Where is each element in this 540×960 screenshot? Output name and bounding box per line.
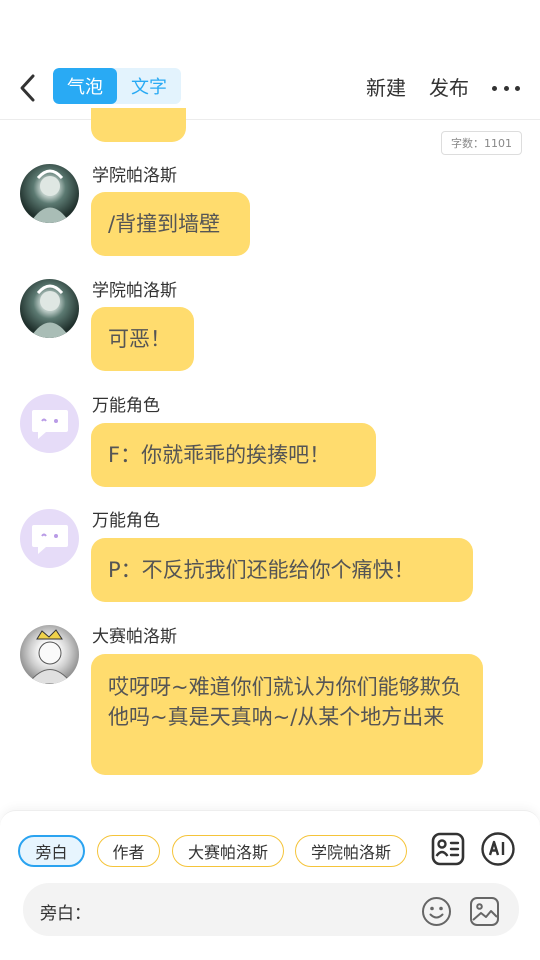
sender-name: 万能角色 <box>92 511 160 531</box>
role-chip-author[interactable]: 作者 <box>97 835 160 867</box>
sender-name: 万能角色 <box>92 396 160 416</box>
chat-bubble-avatar <box>31 524 68 554</box>
message-input[interactable]: 旁白： <box>23 883 519 936</box>
contact-card-icon <box>431 832 465 866</box>
message-text: /背撞到墙壁 <box>108 212 221 236</box>
more-button[interactable] <box>492 70 520 106</box>
back-button[interactable] <box>12 70 42 106</box>
composer-panel: 旁白 作者 大赛帕洛斯 学院帕洛斯 旁白： <box>0 810 540 960</box>
emoji-button[interactable] <box>420 895 452 927</box>
image-icon <box>469 896 499 926</box>
image-button[interactable] <box>468 895 500 927</box>
new-button[interactable]: 新建 <box>366 70 406 106</box>
publish-button[interactable]: 发布 <box>429 70 469 106</box>
tab-text[interactable]: 文字 <box>117 68 181 104</box>
avatar[interactable] <box>20 509 79 568</box>
avatar[interactable] <box>20 625 79 684</box>
more-icon <box>492 85 497 91</box>
message-bubble[interactable]: 哎呀呀~难道你们就认为你们能够欺负他吗~真是天真呐~/从某个地方出来 <box>91 654 483 775</box>
message-bubble[interactable]: P：不反抗我们还能给你个痛快！ <box>91 538 473 602</box>
word-count-badge: 字数：1101 <box>441 131 522 155</box>
emoji-icon <box>421 896 451 926</box>
message-bubble[interactable]: /背撞到墙壁 <box>91 192 250 256</box>
chat-bubble-avatar <box>31 409 68 439</box>
chat-editor-screen: 气泡 文字 新建 发布 字数：1101 学院帕洛斯 /背撞到墙壁 学院帕洛斯 可… <box>0 0 540 960</box>
message-text: P：不反抗我们还能给你个痛快！ <box>108 558 415 582</box>
input-role-label: 旁白： <box>40 904 91 924</box>
ai-button[interactable] <box>480 831 516 867</box>
previous-message-bubble[interactable] <box>91 108 186 142</box>
message-bubble[interactable]: 可恶！ <box>91 307 194 371</box>
message-text: 可恶！ <box>108 327 171 351</box>
light-character-avatar <box>27 629 73 684</box>
sender-name: 学院帕洛斯 <box>92 281 177 301</box>
top-bar: 气泡 文字 新建 发布 <box>0 56 540 120</box>
sender-name: 学院帕洛斯 <box>92 166 177 186</box>
avatar[interactable] <box>20 164 79 223</box>
ai-icon <box>481 832 515 866</box>
role-chip-narration[interactable]: 旁白 <box>18 835 85 867</box>
tab-bubble[interactable]: 气泡 <box>53 68 117 104</box>
avatar[interactable] <box>20 279 79 338</box>
role-chip-xueyuan-palos[interactable]: 学院帕洛斯 <box>295 835 407 867</box>
more-icon-dot <box>515 85 520 91</box>
role-chip-dasai-palos[interactable]: 大赛帕洛斯 <box>172 835 284 867</box>
dark-character-avatar <box>30 284 70 338</box>
message-bubble[interactable]: F：你就乖乖的挨揍吧！ <box>91 423 376 487</box>
message-text: F：你就乖乖的挨揍吧！ <box>108 443 331 467</box>
role-manager-button[interactable] <box>430 831 466 867</box>
dark-character-avatar <box>30 169 70 223</box>
message-text: 哎呀呀~难道你们就认为你们能够欺负他吗~真是天真呐~/从某个地方出来 <box>108 675 462 729</box>
mode-toggle: 气泡 文字 <box>53 68 181 104</box>
sender-name: 大赛帕洛斯 <box>92 627 177 647</box>
more-icon-dot <box>503 85 509 91</box>
avatar[interactable] <box>20 394 79 453</box>
back-arrow-icon <box>20 74 35 102</box>
